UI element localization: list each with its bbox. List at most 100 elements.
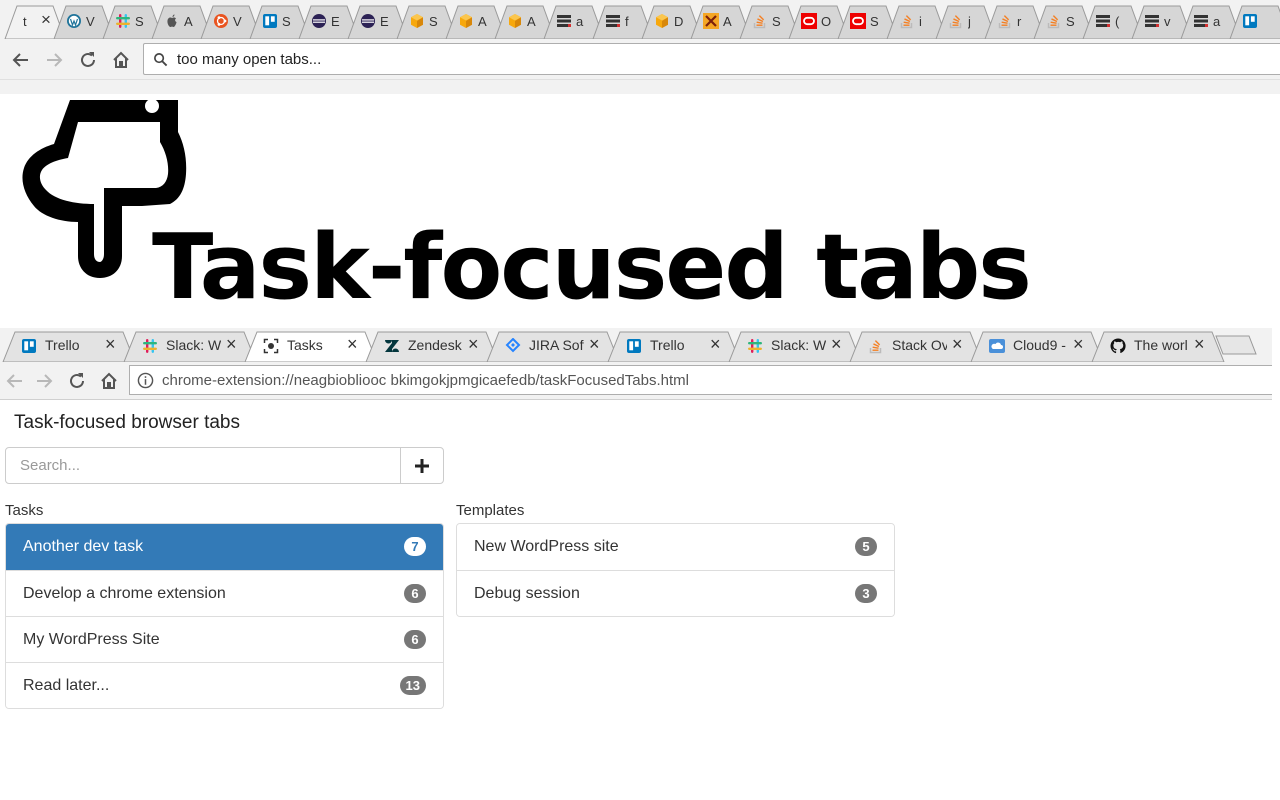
inner-tab-label: Slack: W [166,337,221,353]
top-tab[interactable]: S [396,5,458,39]
inner-tab-tasks[interactable]: Tasks × [244,331,378,362]
close-tab-icon[interactable]: × [831,334,842,354]
top-tab[interactable]: S [102,5,164,39]
stackoverflow-icon [867,337,885,355]
inner-tab-cloud9[interactable]: Cloud9 - × [970,331,1104,362]
top-tab[interactable]: ( [1082,5,1144,39]
task-name: Another dev task [23,538,144,555]
search-icon [154,53,168,67]
top-tab[interactable]: V [53,5,115,39]
inner-tab-jira-soft[interactable]: JIRA Soft × [486,331,620,362]
info-icon [137,372,154,389]
top-tab-label: E [380,14,389,29]
close-tab-icon[interactable]: × [105,334,116,354]
top-tab[interactable]: S [837,5,899,39]
close-tab-icon[interactable]: × [1194,334,1205,354]
top-tab[interactable]: r [984,5,1046,39]
reload-button[interactable] [76,48,100,72]
inner-home-button[interactable] [97,369,121,393]
back-button[interactable] [9,48,33,72]
task-item[interactable]: Read later... 13 [6,662,443,708]
top-tab[interactable] [1229,5,1280,39]
top-tab-label: ( [1115,14,1120,29]
slack-icon [114,12,132,30]
task-name: My WordPress Site [23,631,160,648]
tab-count-badge: 6 [404,584,426,603]
zendesk-icon [383,337,401,355]
close-tab-icon[interactable]: × [710,334,721,354]
top-tab[interactable]: i [886,5,948,39]
top-tab[interactable]: E [347,5,409,39]
stackoverflow-icon [1045,12,1063,30]
bars-icon [1192,12,1210,30]
inner-reload-button[interactable] [65,369,89,393]
aws-cube-icon [457,12,475,30]
close-tab-icon[interactable]: × [1073,334,1084,354]
top-tab[interactable]: S [1033,5,1095,39]
top-tab[interactable]: O [788,5,850,39]
stackoverflow-icon [996,12,1014,30]
page-title: Task-focused browser tabs [14,412,240,433]
top-tab[interactable]: E [298,5,360,39]
top-tab[interactable]: A [445,5,507,39]
top-tab[interactable]: D [641,5,703,39]
task-item[interactable]: Another dev task 7 [6,524,443,570]
top-tab-label: S [870,14,879,29]
github-icon [1109,337,1127,355]
inner-tab-zendesk[interactable]: Zendesk × [365,331,499,362]
top-tab[interactable]: f [592,5,654,39]
top-tab[interactable]: S [249,5,311,39]
inner-tab-label: Zendesk [408,337,462,353]
task-item[interactable]: My WordPress Site 6 [6,616,443,662]
tasks-heading: Tasks [5,502,44,519]
inner-tab-the-worl[interactable]: The worl × [1091,331,1225,362]
top-tab[interactable]: A [494,5,556,39]
template-item[interactable]: Debug session 3 [457,570,894,616]
top-tab[interactable]: A [151,5,213,39]
close-tab-icon[interactable]: × [226,334,237,354]
top-tab[interactable]: j [935,5,997,39]
hero-title: Task-focused tabs [152,215,1032,320]
inner-tab-stack-ov[interactable]: Stack Ov × [849,331,983,362]
top-address-bar[interactable]: too many open tabs... [143,43,1280,75]
task-item[interactable]: Develop a chrome extension 6 [6,570,443,616]
search-input[interactable] [5,447,401,484]
top-tab-label: i [919,14,922,29]
top-tab[interactable]: a [543,5,605,39]
stackoverflow-icon [898,12,916,30]
inner-tab-trello[interactable]: Trello × [2,331,136,362]
add-task-button[interactable] [400,447,444,484]
top-tab-label: A [478,14,487,29]
close-tab-icon[interactable]: × [41,11,51,29]
close-tab-icon[interactable]: × [468,334,479,354]
inner-browser-window: Trello × Slack: W × Tasks × Zendesk × JIRA Soft ×… [0,328,1272,400]
forward-arrow-icon [47,53,63,67]
top-tab[interactable]: V [200,5,262,39]
ubuntu-icon [212,12,230,30]
forward-button[interactable] [42,48,66,72]
inner-tab-slack-w[interactable]: Slack: W × [123,331,257,362]
top-tab-strip: t × V S A V S E E S A Aa f D A S O Si j r S(v a [0,0,1280,40]
inner-tab-label: The worl [1134,337,1188,353]
inner-back-button[interactable] [3,369,27,393]
close-tab-icon[interactable]: × [952,334,963,354]
top-tab[interactable]: v [1131,5,1193,39]
inner-forward-button[interactable] [32,369,56,393]
top-tab[interactable]: A [690,5,752,39]
top-tab-label: a [576,14,584,29]
inner-tab-trello[interactable]: Trello × [607,331,741,362]
top-tab[interactable]: a [1180,5,1242,39]
close-tab-icon[interactable]: × [589,334,600,354]
wordpress-icon [65,12,83,30]
xk-icon [702,12,720,30]
inner-address-bar[interactable]: chrome-extension://neagbiobliooc bkimgok… [129,365,1272,395]
home-button[interactable] [109,48,133,72]
inner-tab-slack-w[interactable]: Slack: W × [728,331,862,362]
trello-icon [261,12,279,30]
top-tab-label: S [429,14,438,29]
task-name: Read later... [23,677,110,694]
close-tab-icon[interactable]: × [347,334,358,354]
top-tab[interactable]: t × [4,5,66,39]
top-tab[interactable]: S [739,5,801,39]
template-item[interactable]: New WordPress site 5 [457,524,894,570]
